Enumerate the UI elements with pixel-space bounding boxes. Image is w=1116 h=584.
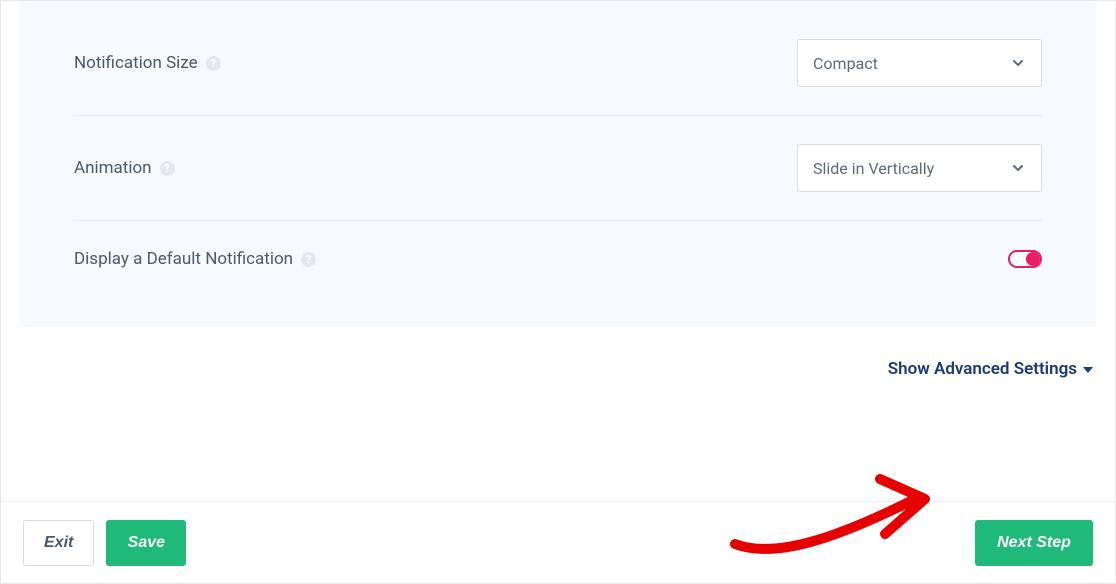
row-animation: Animation ? Slide in Vertically — [74, 116, 1042, 221]
animation-label: Animation — [74, 158, 152, 178]
help-icon[interactable]: ? — [160, 161, 175, 176]
notification-size-label: Notification Size — [74, 53, 198, 73]
animation-value: Slide in Vertically — [813, 159, 934, 178]
label-wrap: Notification Size ? — [74, 53, 221, 73]
advanced-row: Show Advanced Settings — [1, 327, 1115, 379]
help-icon[interactable]: ? — [301, 252, 316, 267]
next-step-button[interactable]: Next Step — [975, 520, 1093, 566]
notification-size-value: Compact — [813, 54, 878, 73]
notification-size-select[interactable]: Compact — [797, 39, 1042, 87]
animation-select[interactable]: Slide in Vertically — [797, 144, 1042, 192]
chevron-down-icon — [1010, 55, 1026, 71]
toggle-knob — [1026, 252, 1040, 266]
default-notification-label: Display a Default Notification — [74, 249, 293, 269]
footer-left: Exit Save — [23, 520, 186, 566]
default-notification-toggle[interactable] — [1008, 250, 1042, 268]
caret-down-icon — [1083, 367, 1093, 373]
settings-panel: Notification Size ? Compact Animation ? … — [19, 1, 1097, 327]
save-button[interactable]: Save — [106, 520, 186, 566]
label-wrap: Animation ? — [74, 158, 175, 178]
footer-bar: Exit Save Next Step — [1, 501, 1115, 583]
row-default-notification: Display a Default Notification ? — [74, 221, 1042, 297]
row-notification-size: Notification Size ? Compact — [74, 11, 1042, 116]
help-icon[interactable]: ? — [206, 56, 221, 71]
label-wrap: Display a Default Notification ? — [74, 249, 316, 269]
exit-button[interactable]: Exit — [23, 520, 94, 566]
show-advanced-settings-link[interactable]: Show Advanced Settings — [888, 359, 1093, 379]
chevron-down-icon — [1010, 160, 1026, 176]
advanced-link-label: Show Advanced Settings — [888, 359, 1077, 379]
